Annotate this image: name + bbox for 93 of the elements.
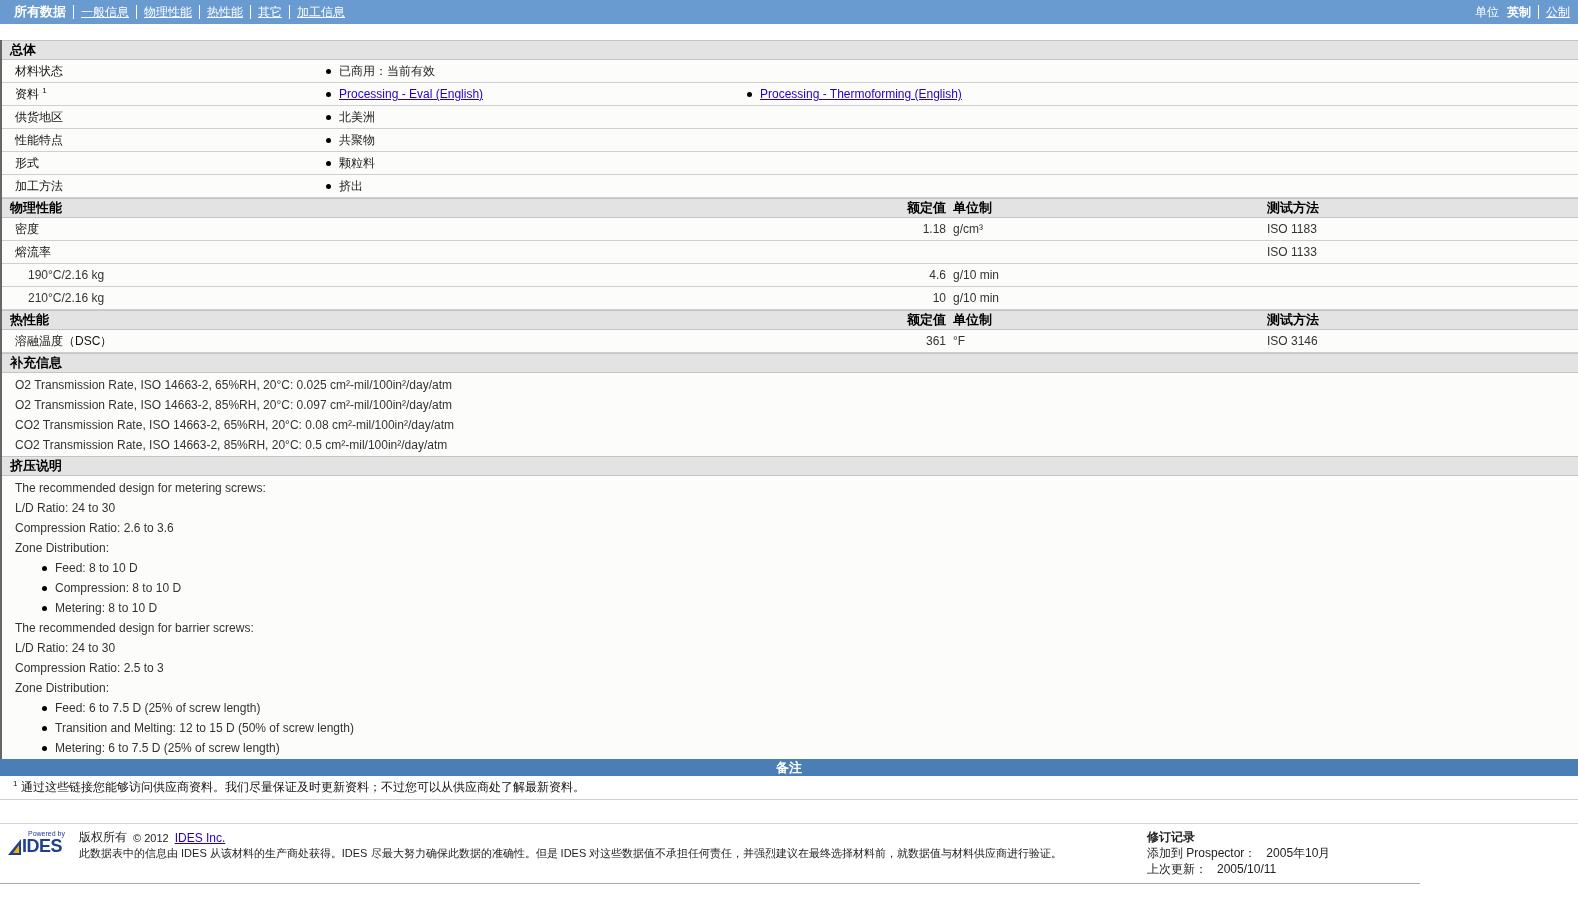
- bullet-icon: [326, 183, 331, 189]
- property-value: 361: [925, 334, 946, 348]
- unit-link[interactable]: 英制: [1507, 3, 1531, 21]
- column-header: 单位制: [952, 199, 993, 217]
- revision-title: 修订记录: [1147, 829, 1195, 846]
- bullet-icon: [326, 160, 331, 166]
- property-label: 密度: [14, 220, 40, 238]
- column-header: 测试方法: [1267, 199, 1320, 217]
- property-label: 形式: [14, 154, 40, 172]
- nav-link[interactable]: 一般信息: [81, 3, 129, 21]
- property-value: 1.18: [922, 222, 946, 236]
- property-label: 供货地区: [14, 108, 64, 126]
- condition-label: 210°C/2.16 kg: [27, 291, 106, 305]
- test-method: ISO 3146: [1267, 334, 1318, 348]
- column-header: 测试方法: [1267, 311, 1320, 329]
- property-value: 挤出: [339, 177, 363, 195]
- list-item-text: Transition and Melting: 12 to 15 D (50% of screw length): [55, 721, 355, 735]
- company-link[interactable]: IDES Inc.: [174, 830, 226, 845]
- bullet-icon: [326, 114, 331, 120]
- property-label: 溶融温度（DSC）: [14, 332, 114, 350]
- section-title: 总体: [10, 41, 36, 59]
- test-method: ISO 1183: [1267, 222, 1317, 236]
- info-text: Zone Distribution:: [15, 541, 110, 555]
- section-title: 挤压说明: [10, 457, 62, 475]
- property-label: 性能特点: [14, 131, 64, 149]
- info-text: The recommended design for barrier screws:: [15, 621, 254, 635]
- list-item-text: Metering: 8 to 10 D: [55, 601, 158, 615]
- triangle-logo-icon: [8, 839, 22, 855]
- property-label: 资料 $^{1}$: [14, 85, 48, 103]
- nav-link[interactable]: 物理性能: [144, 3, 192, 21]
- remarks-title: 备注: [776, 758, 802, 777]
- bullet-icon: [326, 68, 331, 74]
- unit-link[interactable]: 公制: [1546, 3, 1570, 21]
- property-label: 材料状态: [14, 62, 64, 80]
- unit-text: g/10 min: [953, 268, 1000, 282]
- info-text: CO2 Transmission Rate, ISO 14663-2, 65%RH, 20°C: 0.08 cm²-mil/100in²/day/atm: [15, 418, 454, 432]
- unit-text: g/cm³: [953, 222, 983, 236]
- document-link[interactable]: Processing - Thermoforming (English): [760, 87, 962, 101]
- test-method: ISO 1133: [1267, 245, 1317, 259]
- bullet-icon: [42, 745, 47, 751]
- bullet-icon: [326, 137, 331, 143]
- property-value: 10: [932, 291, 946, 305]
- info-text: Compression Ratio: 2.6 to 3.6: [15, 521, 174, 535]
- info-text: L/D Ratio: 24 to 30: [15, 501, 116, 515]
- info-text: The recommended design for metering screws:: [15, 481, 266, 495]
- property-value: 颗粒料: [339, 154, 375, 172]
- document-link[interactable]: Processing - Eval (English): [339, 87, 484, 101]
- column-header: 额定值: [906, 199, 946, 217]
- disclaimer-text: 此数据表中的信息由 IDES 从该材料的生产商处获得。IDES 尽最大努力确保此数据的准确性。但是 IDES 对这些数据值不承担任何责任，并强烈建议在最终选择材料前，就数据值与材料供应商进行验证。: [79, 845, 1063, 861]
- property-label: 加工方法: [14, 177, 64, 195]
- property-value: 共聚物: [339, 131, 375, 149]
- unit-text: °F: [953, 334, 966, 348]
- info-text: Compression Ratio: 2.5 to 3: [15, 661, 164, 675]
- list-item-text: Metering: 6 to 7.5 D (25% of screw length): [55, 741, 280, 755]
- list-item-text: Compression: 8 to 10 D: [55, 581, 182, 595]
- section-title: 补充信息: [10, 354, 62, 372]
- bullet-icon: [42, 605, 47, 611]
- property-value: 4.6: [929, 268, 946, 282]
- info-text: CO2 Transmission Rate, ISO 14663-2, 85%RH, 20°C: 0.5 cm²-mil/100in²/day/atm: [15, 438, 448, 452]
- nav-link[interactable]: 所有数据: [14, 3, 66, 21]
- section-title: 热性能: [9, 311, 50, 329]
- unit-text: g/10 min: [953, 291, 1000, 305]
- logo-text: IDES: [22, 838, 62, 855]
- footnote-text: $^{1}$ 通过这些链接您能够访问供应商资料。我们尽量保证及时更新资料；不过您可以从供应商处了解最新资料。: [13, 779, 585, 796]
- copyright-year: © 2012: [133, 831, 169, 844]
- revision-date: 2005年10月: [1266, 844, 1331, 862]
- units-label: 单位: [1475, 3, 1499, 21]
- info-text: Zone Distribution:: [15, 681, 110, 695]
- revision-label: 添加到 Prospector：: [1147, 844, 1257, 862]
- bullet-icon: [42, 705, 47, 711]
- revision-label: 上次更新：: [1147, 860, 1207, 878]
- property-value: 北美洲: [339, 108, 375, 126]
- info-text: O2 Transmission Rate, ISO 14663-2, 65%RH, 20°C: 0.025 cm²-mil/100in²/day/atm: [15, 378, 452, 392]
- condition-label: 190°C/2.16 kg: [27, 268, 106, 282]
- list-item-text: Feed: 6 to 7.5 D (25% of screw length): [55, 701, 261, 715]
- nav-link[interactable]: 加工信息: [297, 3, 345, 21]
- property-value: 已商用：当前有效: [339, 62, 435, 80]
- bullet-icon: [326, 91, 331, 97]
- bullet-icon: [42, 565, 47, 571]
- bullet-icon: [42, 725, 47, 731]
- nav-link[interactable]: 热性能: [207, 3, 243, 21]
- bullet-icon: [42, 585, 47, 591]
- info-text: L/D Ratio: 24 to 30: [15, 641, 116, 655]
- column-header: 单位制: [952, 311, 993, 329]
- list-item-text: Feed: 8 to 10 D: [55, 561, 138, 575]
- section-title: 物理性能: [9, 199, 63, 217]
- bullet-icon: [747, 91, 752, 97]
- info-text: O2 Transmission Rate, ISO 14663-2, 85%RH, 20°C: 0.097 cm²-mil/100in²/day/atm: [15, 398, 452, 412]
- property-label: 熔流率: [14, 243, 52, 261]
- copyright-label: 版权所有: [79, 829, 127, 846]
- column-header: 额定值: [906, 311, 946, 329]
- nav-link[interactable]: 其它: [258, 3, 282, 21]
- revision-date: 2005/10/11: [1217, 862, 1277, 876]
